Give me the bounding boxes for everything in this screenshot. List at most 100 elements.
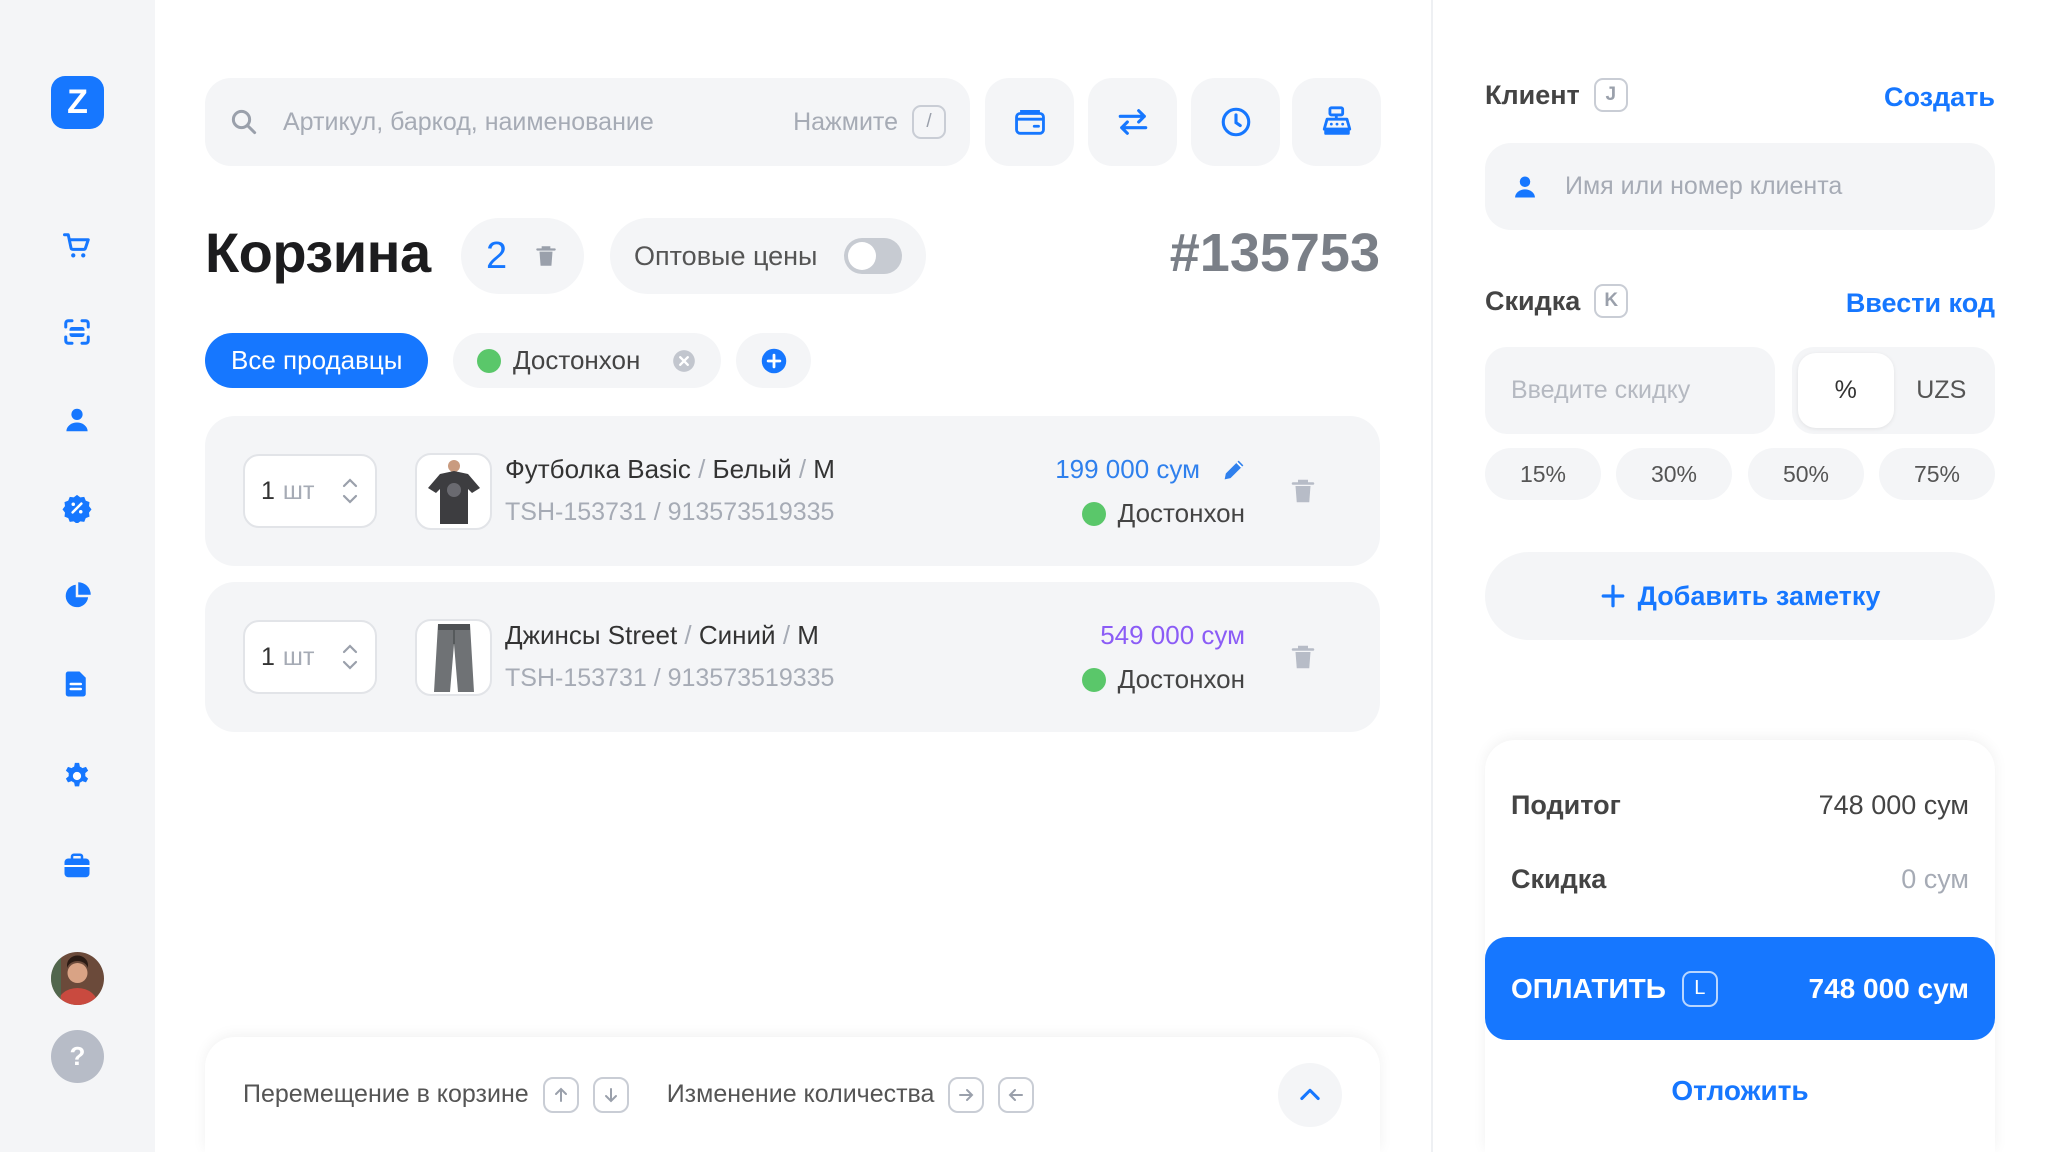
search-bar: Нажмите / <box>205 78 970 166</box>
item-quantity: 1 <box>261 642 275 671</box>
checkout-panel: Клиент J Создать Скидка K Ввести код % U… <box>1485 0 1995 1152</box>
help-label: ? <box>69 1041 86 1071</box>
item-seller: Достонхон <box>1081 664 1245 695</box>
client-heading: Клиент J <box>1485 78 1628 112</box>
scanner-icon[interactable] <box>57 312 97 352</box>
discount-preset-15[interactable]: 15% <box>1485 448 1601 500</box>
qty-shortcut-label: Изменение количества <box>666 1080 935 1108</box>
search-input[interactable] <box>283 107 794 137</box>
document-icon[interactable] <box>57 664 97 704</box>
discount-shortcut-key: K <box>1594 284 1629 318</box>
item-color: Белый <box>712 454 792 484</box>
unit-currency-option[interactable]: UZS <box>1894 353 1990 428</box>
arrow-up-icon <box>542 1076 579 1113</box>
avatar[interactable] <box>51 952 104 1005</box>
pencil-icon[interactable] <box>1220 456 1248 484</box>
arrow-right-icon <box>948 1076 985 1113</box>
item-title: Джинсы Street / Синий / M <box>505 620 819 651</box>
cart-item: 1 шт Джинсы Street / Синий / M TSH-15373… <box>205 582 1380 732</box>
gear-icon[interactable] <box>57 756 97 796</box>
search-hint-text: Нажмите <box>793 107 898 136</box>
app-logo[interactable]: Z <box>51 76 104 129</box>
discount-input[interactable] <box>1511 376 1749 405</box>
clear-cart-icon[interactable] <box>533 242 559 270</box>
create-client-link[interactable]: Создать <box>1884 82 1995 113</box>
seller-chip-label: Достонхон <box>513 345 641 375</box>
discount-summary-value: 0 сум <box>1901 864 1969 894</box>
trash-icon[interactable] <box>1288 476 1318 506</box>
pay-amount: 748 000 сум <box>1808 972 1969 1004</box>
item-color: Синий <box>698 620 776 650</box>
enter-code-link[interactable]: Ввести код <box>1846 288 1995 319</box>
briefcase-icon[interactable] <box>57 846 97 886</box>
discount-preset-75[interactable]: 75% <box>1879 448 1995 500</box>
client-label: Клиент <box>1485 79 1580 110</box>
product-thumbnail <box>415 619 492 696</box>
cart-count-badge: 2 <box>461 218 584 294</box>
discount-preset-50[interactable]: 50% <box>1748 448 1864 500</box>
client-search-input[interactable] <box>1565 172 1969 201</box>
search-hint: Нажмите / <box>793 105 946 139</box>
transfer-icon <box>1118 109 1147 135</box>
jeans-image <box>433 623 474 692</box>
user-icon[interactable] <box>57 400 97 440</box>
quantity-stepper[interactable]: 1 шт <box>243 620 377 694</box>
discount-badge-icon[interactable] <box>57 488 97 528</box>
arrow-down-icon <box>592 1076 629 1113</box>
chevron-up-icon[interactable] <box>341 477 359 489</box>
postpone-button[interactable]: Отложить <box>1485 1075 1995 1107</box>
item-name: Футболка Basic <box>505 454 691 484</box>
wholesale-toggle[interactable] <box>844 238 902 274</box>
discount-preset-30[interactable]: 30% <box>1616 448 1732 500</box>
item-title: Футболка Basic / Белый / M <box>505 454 835 485</box>
chevron-down-icon[interactable] <box>341 493 359 505</box>
unit-percent-option[interactable]: % <box>1798 353 1894 428</box>
move-shortcut: Перемещение в корзине <box>243 1076 629 1113</box>
subtotal-label: Подитог <box>1511 790 1621 820</box>
item-size: M <box>813 454 835 484</box>
chevron-down-icon[interactable] <box>341 659 359 671</box>
seller-status-dot <box>477 348 501 373</box>
add-note-button[interactable]: Добавить заметку <box>1485 552 1995 640</box>
order-number: #135753 <box>1169 223 1380 283</box>
add-seller-button[interactable] <box>736 333 811 388</box>
search-shortcut-key: / <box>912 105 946 139</box>
chevron-up-icon[interactable] <box>341 643 359 655</box>
plus-icon <box>1601 584 1624 608</box>
quantity-stepper[interactable]: 1 шт <box>243 454 377 528</box>
seller-filter-chip[interactable]: Достонхон <box>453 333 721 388</box>
separator: / <box>698 454 706 484</box>
transfer-button[interactable] <box>1088 78 1177 166</box>
item-sku: TSH-153731 / 913573519335 <box>505 664 835 692</box>
item-name: Джинсы Street <box>505 620 678 650</box>
page-title: Корзина <box>205 221 431 284</box>
trash-icon[interactable] <box>1288 642 1318 672</box>
item-price[interactable]: 199 000 сум <box>1055 454 1200 485</box>
discount-heading: Скидка K <box>1485 284 1629 318</box>
discount-field <box>1485 347 1775 434</box>
cart-icon[interactable] <box>57 226 97 266</box>
client-shortcut-key: J <box>1593 78 1628 112</box>
cash-register-button[interactable] <box>1292 78 1381 166</box>
history-button[interactable] <box>1191 78 1280 166</box>
pie-chart-icon[interactable] <box>57 576 97 616</box>
subtotal-value: 748 000 сум <box>1818 790 1969 820</box>
close-icon[interactable] <box>671 348 697 374</box>
user-icon <box>1515 176 1535 197</box>
shortcut-bar: Перемещение в корзине Изменение количест… <box>205 1037 1380 1152</box>
wallet-button[interactable] <box>985 78 1074 166</box>
collapse-button[interactable] <box>1278 1062 1342 1127</box>
wallet-icon <box>1014 109 1045 135</box>
pay-button[interactable]: ОПЛАТИТЬ L 748 000 сум <box>1485 937 1995 1040</box>
item-price[interactable]: 549 000 сум <box>1100 620 1245 651</box>
order-summary: Подитог 748 000 сум Скидка 0 сум ОПЛАТИТ… <box>1485 740 1995 1152</box>
pay-shortcut-key: L <box>1681 970 1718 1007</box>
separator: / <box>798 454 807 484</box>
arrow-left-icon <box>998 1076 1035 1113</box>
cart-count: 2 <box>485 234 508 277</box>
qty-shortcut: Изменение количества <box>666 1076 1035 1113</box>
help-button[interactable]: ? <box>51 1030 104 1083</box>
all-sellers-filter[interactable]: Все продавцы <box>205 333 429 388</box>
item-seller: Достонхон <box>1081 498 1245 529</box>
item-sku: TSH-153731 / 913573519335 <box>505 498 835 526</box>
